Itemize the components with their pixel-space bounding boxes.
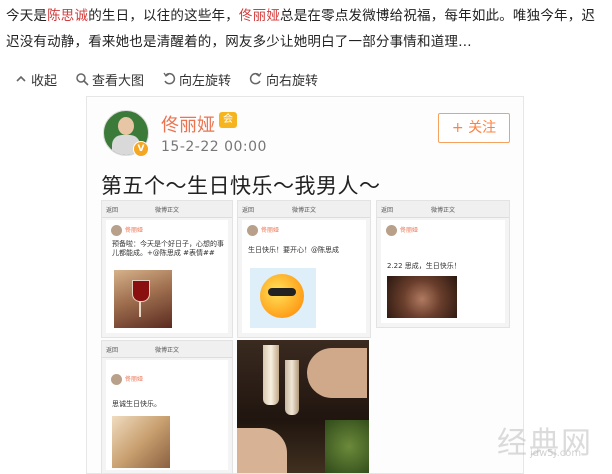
repost-screenshot-4: 返回 微博正文 佟丽娅 思诚生日快乐。 — [101, 340, 233, 473]
repost-screenshot-1: 返回 微博正文 佟丽娅 预备啦：今天是个好日子，心想的事儿都能成。+@陈思成 #表… — [101, 200, 233, 338]
mini-avatar — [386, 225, 397, 236]
rotate-right-icon — [249, 72, 262, 85]
mini-avatar — [111, 374, 122, 385]
weibo-screenshot[interactable]: V 佟丽娅 会 15-2-22 00:00 + 关注 第五个～生日快乐～我男人～… — [86, 96, 524, 474]
mini-username: 佟丽娅 — [261, 227, 280, 234]
mini-avatar — [111, 225, 122, 236]
mini-username: 佟丽娅 — [125, 376, 144, 383]
mini-username: 佟丽娅 — [400, 227, 419, 234]
view-large-label: 查看大图 — [92, 73, 145, 89]
flowers-image — [112, 416, 170, 468]
verified-badge: V — [133, 141, 149, 157]
rotate-left-button[interactable]: 向左旋转 — [162, 70, 231, 89]
highlight-name: 陈思诚 — [47, 8, 89, 24]
site-watermark-url: jdw5J.com — [530, 448, 582, 459]
mini-post-text: 预备啦：今天是个好日子，心想的事儿都能成。+@陈思成 #表情## — [112, 240, 224, 257]
mini-post-text: 生日快乐！要开心！@陈思成 — [248, 246, 339, 254]
member-crown-icon: 会 — [219, 112, 237, 128]
article-text-part: 今天是 — [6, 8, 48, 24]
cake-image — [387, 276, 457, 318]
rotate-right-label: 向右旋转 — [266, 73, 319, 89]
post-text: 第五个～生日快乐～我男人～ — [101, 174, 381, 198]
repost-screenshot-3: 返回 微博正文 佟丽娅 2.22 思成，生日快乐！ — [376, 200, 510, 328]
mini-username: 佟丽娅 — [125, 227, 144, 234]
mini-post-text: 2.22 思成，生日快乐！ — [387, 262, 461, 270]
moon-emoji-image — [250, 268, 316, 328]
article-text: 今天是陈思诚的生日，以往的这些年，佟丽娅总是在零点发微博给祝福，每年如此。唯独今… — [6, 3, 606, 55]
collapse-icon — [16, 75, 26, 82]
view-large-button[interactable]: 查看大图 — [75, 70, 144, 89]
rotate-right-button[interactable]: 向右旋转 — [249, 70, 318, 89]
magnifier-icon — [76, 73, 89, 86]
mini-avatar — [247, 225, 258, 236]
repost-screenshot-2: 返回 微博正文 佟丽娅 生日快乐！要开心！@陈思成 — [237, 200, 371, 338]
screenshot-title: 微博正文 — [154, 347, 179, 354]
screenshot-title: 微博正文 — [154, 207, 179, 214]
rotate-left-label: 向左旋转 — [179, 73, 232, 89]
mini-post-text: 思诚生日快乐。 — [112, 400, 161, 408]
collapse-button[interactable]: 收起 — [14, 70, 57, 89]
post-time: 15-2-22 00:00 — [161, 139, 267, 155]
champagne-photo — [237, 340, 369, 473]
screenshot-title: 微博正文 — [430, 207, 455, 214]
follow-button[interactable]: + 关注 — [438, 113, 510, 143]
image-toolbar: 收起 查看大图 向左旋转 向右旋转 — [14, 68, 336, 90]
article-text-part: 的生日，以往的这些年， — [88, 8, 239, 24]
highlight-name: 佟丽娅 — [238, 8, 281, 24]
rotate-left-icon — [163, 72, 176, 85]
screenshot-title: 微博正文 — [291, 207, 316, 214]
collapse-label: 收起 — [31, 73, 58, 89]
wine-glass-image — [114, 270, 172, 328]
username: 佟丽娅 — [161, 115, 215, 136]
